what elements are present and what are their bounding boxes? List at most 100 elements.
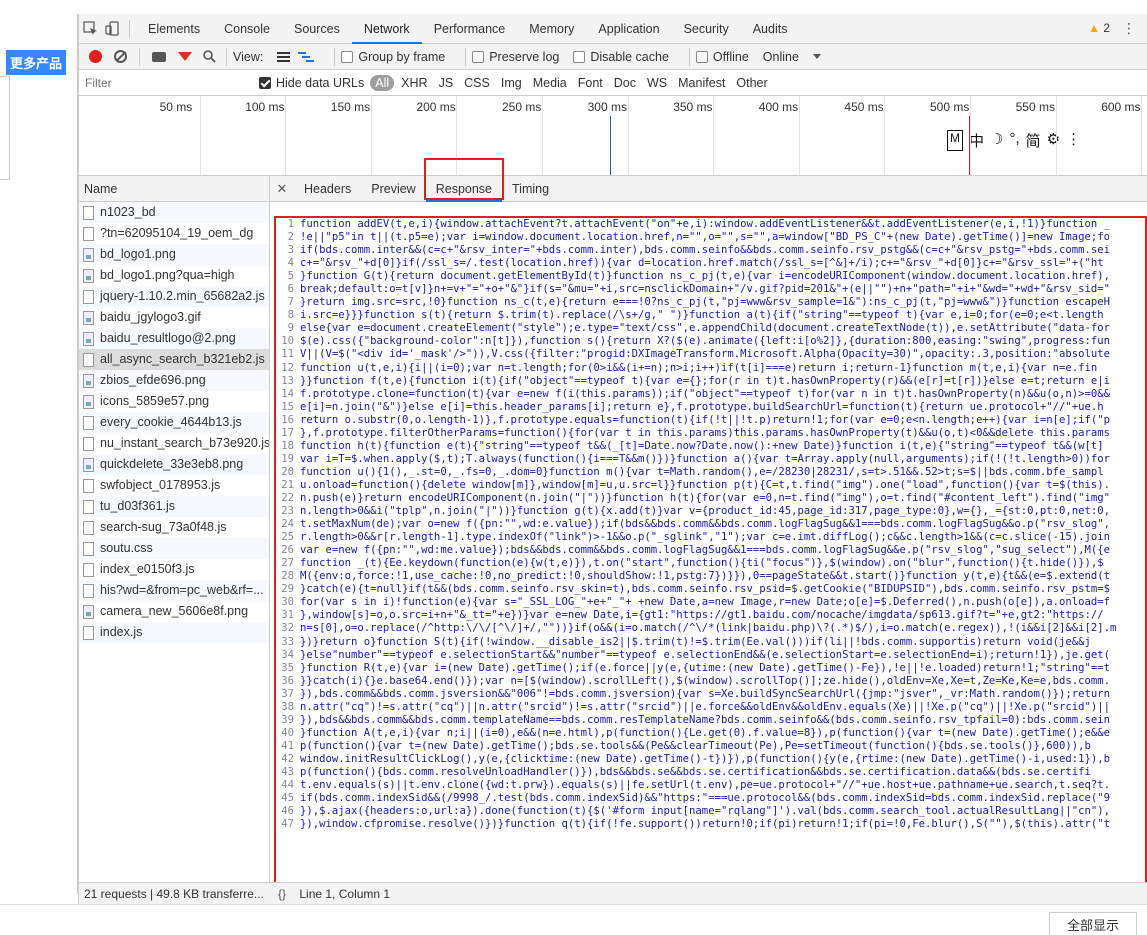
filter-type-img[interactable]: Img — [497, 75, 526, 91]
more-icon[interactable]: ⋮ — [1066, 130, 1081, 151]
request-row[interactable]: baidu_resultlogo@2.png — [79, 328, 269, 349]
request-row[interactable]: his?wd=&from=pc_web&rf=... — [79, 580, 269, 601]
waterfall-icon[interactable] — [298, 51, 314, 62]
tab-memory[interactable]: Memory — [517, 14, 586, 44]
request-row[interactable]: nu_instant_search_b73e920.js — [79, 433, 269, 454]
clear-icon[interactable] — [114, 50, 127, 63]
filter-type-css[interactable]: CSS — [460, 75, 494, 91]
request-row[interactable]: tu_d03f361.js — [79, 496, 269, 517]
ime-lang[interactable]: 中 — [969, 130, 984, 151]
request-row[interactable]: index_e0150f3.js — [79, 559, 269, 580]
image-file-icon — [83, 394, 94, 409]
request-row[interactable]: bd_logo1.png — [79, 244, 269, 265]
request-row[interactable]: zbios_efde696.png — [79, 370, 269, 391]
tab-performance[interactable]: Performance — [422, 14, 518, 44]
warning-counter[interactable]: ▲ 2 — [1088, 21, 1110, 35]
filter-type-all[interactable]: All — [370, 74, 395, 91]
detail-tab-response[interactable]: Response — [425, 176, 503, 202]
request-row[interactable]: every_cookie_4644b13.js — [79, 412, 269, 433]
offline-toggle[interactable]: Offline — [695, 50, 749, 64]
group-by-frame-toggle[interactable]: Group by frame — [341, 50, 445, 64]
tab-application[interactable]: Application — [586, 14, 671, 44]
request-row[interactable]: ?tn=62095104_19_oem_dg — [79, 223, 269, 244]
request-row[interactable]: swfobject_0178953.js — [79, 475, 269, 496]
record-icon[interactable] — [89, 50, 102, 63]
network-overview-timeline[interactable]: M 中 ☽ °, 简 ⚙ ⋮ 50 ms 100 ms 150 ms 200 ms 25… — [79, 96, 1147, 176]
request-rows: n1023_bd ?tn=62095104_19_oem_dg bd_logo1.p… — [79, 202, 269, 643]
more-options-icon[interactable]: ⋮ — [1122, 20, 1136, 37]
filter-type-doc[interactable]: Doc — [610, 75, 640, 91]
more-products-button[interactable]: 更多产品 — [6, 50, 67, 75]
tab-console[interactable]: Console — [212, 14, 282, 44]
ime-toolbar[interactable]: M 中 ☽ °, 简 ⚙ ⋮ — [947, 130, 1081, 151]
filter-icon[interactable] — [178, 52, 192, 61]
code-line: 5}function G(t){return document.getEleme… — [276, 270, 1145, 283]
line-number: 41 — [281, 739, 294, 752]
timeline-tick-label: 550 ms — [1015, 100, 1055, 114]
response-code-view[interactable]: 1 function addEV(t,e,i){window.attachEven… — [274, 216, 1147, 897]
detail-tab-headers[interactable]: Headers — [294, 176, 361, 202]
request-row[interactable]: baidu_jgylogo3.gif — [79, 307, 269, 328]
camera-icon[interactable] — [152, 51, 166, 62]
search-icon[interactable] — [198, 46, 220, 68]
filter-type-font[interactable]: Font — [574, 75, 607, 91]
ime-simplified[interactable]: 简 — [1026, 130, 1041, 151]
moon-icon[interactable]: ☽ — [990, 130, 1003, 151]
gear-icon[interactable]: ⚙ — [1047, 130, 1060, 151]
device-toolbar-icon[interactable] — [101, 18, 123, 40]
large-rows-icon[interactable] — [277, 51, 291, 62]
tab-audits[interactable]: Audits — [741, 14, 800, 44]
document-file-icon — [83, 205, 94, 220]
detail-tab-timing[interactable]: Timing — [502, 176, 559, 202]
disable-cache-checkbox[interactable] — [573, 50, 586, 63]
request-row[interactable]: camera_new_5606e8f.png — [79, 601, 269, 622]
ime-punct[interactable]: °, — [1009, 130, 1019, 151]
request-row[interactable]: soutu.css — [79, 538, 269, 559]
chevron-down-icon[interactable] — [812, 54, 821, 59]
filter-type-other[interactable]: Other — [732, 75, 771, 91]
group-by-frame-checkbox[interactable] — [341, 50, 354, 63]
preserve-log-checkbox[interactable] — [472, 50, 485, 63]
code-line: 22 n.push(e)}return encodeURIComponent(n.… — [276, 492, 1145, 505]
request-row[interactable]: jquery-1.10.2.min_65682a2.js — [79, 286, 269, 307]
tab-elements[interactable]: Elements — [136, 14, 212, 44]
line-number: 44 — [281, 779, 294, 792]
request-row[interactable]: quickdelete_33e3eb8.png — [79, 454, 269, 475]
disable-cache-toggle[interactable]: Disable cache — [573, 50, 669, 64]
preserve-log-toggle[interactable]: Preserve log — [472, 50, 559, 64]
request-row[interactable]: search-sug_73a0f48.js — [79, 517, 269, 538]
inspect-element-icon[interactable] — [79, 18, 101, 40]
request-row[interactable]: index.js — [79, 622, 269, 643]
offline-checkbox[interactable] — [695, 50, 708, 63]
throttle-select[interactable]: Online — [763, 50, 799, 64]
tab-network[interactable]: Network — [351, 14, 422, 44]
request-row[interactable]: n1023_bd — [79, 202, 269, 223]
filter-type-xhr[interactable]: XHR — [397, 75, 431, 91]
close-icon[interactable]: ✕ — [270, 181, 294, 197]
line-number: 40 — [281, 726, 294, 739]
detail-tab-preview[interactable]: Preview — [361, 176, 425, 202]
filter-input[interactable] — [79, 72, 245, 93]
ime-mode[interactable]: M — [947, 130, 963, 151]
name-column-header[interactable]: Name — [79, 176, 269, 202]
tab-sources[interactable]: Sources — [282, 14, 352, 44]
timeline-gridline — [370, 96, 372, 175]
code-text: var e=new f({pn:"",wd:me.value});bds&&bd… — [300, 544, 1111, 557]
hide-data-urls-toggle[interactable]: Hide data URLs — [259, 76, 364, 90]
toolbar-separator — [129, 19, 130, 38]
hide-data-urls-checkbox[interactable] — [259, 76, 271, 89]
request-row[interactable]: bd_logo1.png?qua=high — [79, 265, 269, 286]
code-line: 23 n.length>0&&i("tplp",n.join("|"))}func… — [276, 505, 1145, 518]
request-row[interactable]: icons_5859e57.png — [79, 391, 269, 412]
filter-type-media[interactable]: Media — [529, 75, 571, 91]
request-name: every_cookie_4644b13.js — [100, 415, 242, 429]
show-all-button[interactable]: 全部显示 — [1049, 912, 1137, 935]
filter-type-manifest[interactable]: Manifest — [674, 75, 729, 91]
pretty-print-icon[interactable]: {} — [278, 887, 286, 901]
request-row[interactable]: all_async_search_b321eb2.js — [79, 349, 269, 370]
code-line: 44 t.env.equals(s)||t.env.clone({wd:t.prw… — [276, 779, 1145, 792]
filter-type-ws[interactable]: WS — [643, 75, 671, 91]
filter-type-js[interactable]: JS — [435, 75, 458, 91]
tab-security[interactable]: Security — [672, 14, 741, 44]
code-text: n.push(e)}return encodeURIComponent(n.jo… — [300, 491, 1111, 504]
